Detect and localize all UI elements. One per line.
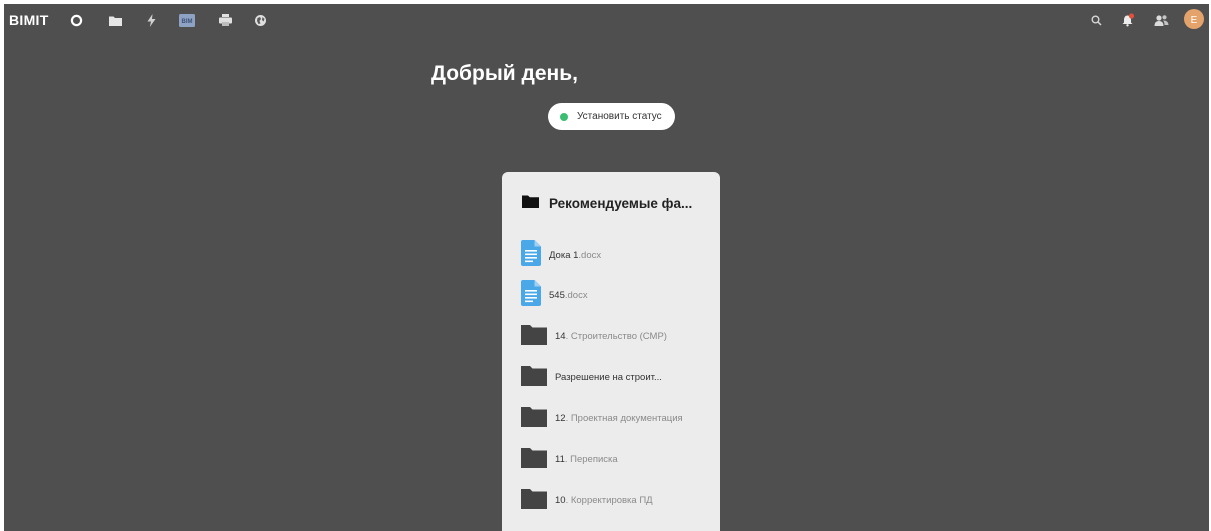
folder-icon[interactable] bbox=[107, 12, 123, 28]
users-icon[interactable] bbox=[1153, 12, 1169, 28]
folder-icon bbox=[521, 405, 547, 432]
globe-icon[interactable] bbox=[252, 12, 268, 28]
printer-icon[interactable] bbox=[217, 12, 233, 28]
folder-icon bbox=[521, 323, 547, 350]
folder-icon bbox=[521, 487, 547, 514]
list-item[interactable]: 14. Строительство (СМР) bbox=[521, 321, 667, 351]
file-name: 14. Строительство (СМР) bbox=[555, 330, 667, 342]
app-logo[interactable]: BIMIT bbox=[9, 12, 49, 28]
folder-icon bbox=[521, 364, 547, 391]
folder-icon bbox=[522, 194, 539, 213]
set-status-label: Установить статус bbox=[577, 111, 662, 122]
file-name: 12. Проектная документация bbox=[555, 412, 683, 424]
notification-bell-icon[interactable] bbox=[1120, 12, 1136, 28]
list-item[interactable]: 545.docx bbox=[521, 279, 588, 311]
folder-icon bbox=[521, 446, 547, 473]
document-icon bbox=[521, 239, 541, 271]
circle-icon[interactable] bbox=[68, 12, 84, 28]
bim-icon[interactable]: BIM bbox=[179, 12, 195, 28]
file-name: 545.docx bbox=[549, 289, 588, 301]
list-item[interactable]: Дока 1.docx bbox=[521, 239, 602, 271]
top-navigation-bar: BIMIT BIM E bbox=[4, 4, 1209, 36]
list-item[interactable]: Разрешение на строит... bbox=[521, 362, 662, 392]
file-name: 10. Корректировка ПД bbox=[555, 494, 653, 506]
recommended-files-title: Рекомендуемые фа... bbox=[549, 196, 693, 211]
user-avatar[interactable]: E bbox=[1184, 9, 1204, 29]
app-window: BIMIT BIM E Добрый день, Установить стат… bbox=[4, 4, 1209, 531]
bim-badge-text: BIM bbox=[182, 19, 193, 25]
file-name: 11. Переписка bbox=[555, 453, 618, 465]
avatar-letter: E bbox=[1191, 15, 1198, 26]
set-status-button[interactable]: Установить статус bbox=[548, 103, 675, 130]
greeting-heading: Добрый день, bbox=[431, 62, 578, 85]
recommended-files-header: Рекомендуемые фа... bbox=[522, 194, 692, 213]
file-name: Дока 1.docx bbox=[549, 249, 602, 261]
list-item[interactable]: 11. Переписка bbox=[521, 444, 618, 474]
list-item[interactable]: 12. Проектная документация bbox=[521, 403, 683, 433]
document-icon bbox=[521, 279, 541, 311]
status-indicator-dot bbox=[560, 112, 568, 121]
search-icon[interactable] bbox=[1088, 12, 1104, 28]
recommended-files-card: Рекомендуемые фа... Дока 1.docx 545.docx… bbox=[502, 172, 720, 531]
lightning-icon[interactable] bbox=[143, 12, 159, 28]
list-item[interactable]: 10. Корректировка ПД bbox=[521, 485, 653, 515]
file-name: Разрешение на строит... bbox=[555, 371, 662, 383]
